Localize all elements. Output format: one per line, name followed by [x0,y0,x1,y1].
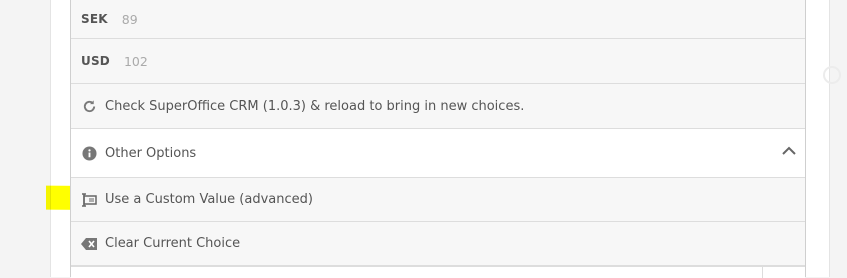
option-code: USD [81,54,110,68]
clear-choice-label: Clear Current Choice [105,236,241,251]
option-value: 89 [121,11,138,27]
custom-field-icon [81,192,97,208]
other-options-header[interactable]: Other Options [71,129,805,178]
choice-dropdown: SEK 89 USD 102 Check SuperOffice CRM (1.… [70,0,806,278]
other-options-label: Other Options [105,145,197,161]
reload-text: Check SuperOffice CRM (1.0.3) & reload t… [105,98,525,114]
option-code: SEK [81,12,108,26]
reload-choices-row[interactable]: Check SuperOffice CRM (1.0.3) & reload t… [71,84,805,129]
chevron-up-icon[interactable] [781,143,797,159]
next-field-stub [71,266,805,278]
custom-value-label: Use a Custom Value (advanced) [105,192,313,207]
refresh-icon [81,98,97,114]
decorative-circle-icon [823,66,841,84]
option-value: 102 [123,53,148,69]
clear-icon [81,236,97,252]
divider [762,267,763,278]
option-sek[interactable]: SEK 89 [71,0,805,39]
option-usd[interactable]: USD 102 [71,39,805,84]
custom-value-option[interactable]: Use a Custom Value (advanced) [71,178,805,222]
clear-choice-option[interactable]: Clear Current Choice [71,222,805,266]
info-icon [81,145,97,161]
